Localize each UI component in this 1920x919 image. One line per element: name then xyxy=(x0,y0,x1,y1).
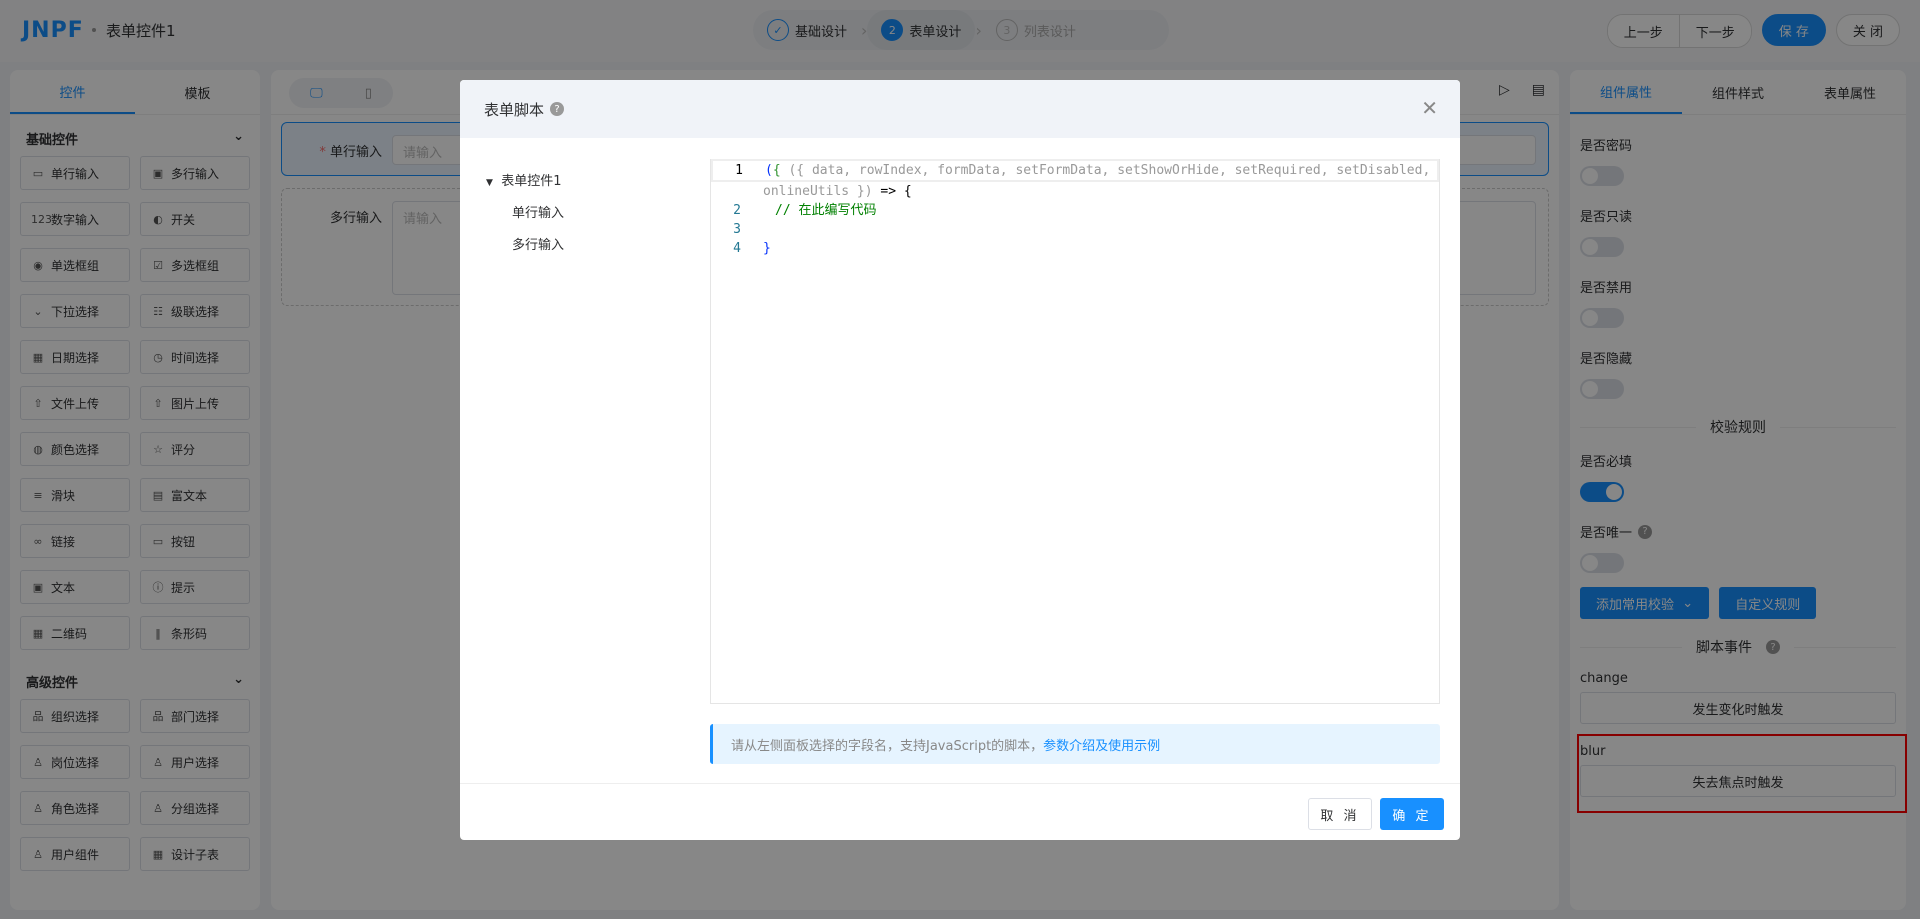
help-icon[interactable]: ? xyxy=(550,102,565,116)
tree-node[interactable]: 多行输入 xyxy=(486,230,564,262)
caret-down-icon[interactable]: ▼ xyxy=(486,178,493,188)
close-icon[interactable]: ✕ xyxy=(1421,96,1438,120)
tree-label: 表单控件1 xyxy=(501,174,562,189)
tree-root[interactable]: ▼ 表单控件1 xyxy=(486,166,564,198)
dialog-title: 表单脚本 xyxy=(484,100,545,119)
code-comment: // 在此编写代码 xyxy=(775,203,877,218)
info-text: 请从左侧面板选择的字段名，支持JavaScript的脚本， xyxy=(731,738,1044,754)
docs-link[interactable]: 参数介绍及使用示例 xyxy=(1043,735,1160,754)
code-line: } xyxy=(763,241,771,256)
code-token: => { xyxy=(872,184,912,199)
code-editor[interactable]: 1({ ({ data, rowIndex, formData, setForm… xyxy=(710,159,1440,704)
code-line: onlineUtils }) xyxy=(763,184,873,199)
tree-node[interactable]: 单行输入 xyxy=(486,198,564,230)
code-line: ({ data, rowIndex, formData, setFormData… xyxy=(788,163,1431,178)
cancel-button[interactable]: 取 消 xyxy=(1308,798,1372,830)
info-alert: 请从左侧面板选择的字段名，支持JavaScript的脚本， 参数介绍及使用示例 xyxy=(710,724,1440,764)
confirm-button[interactable]: 确 定 xyxy=(1380,798,1444,830)
field-tree: ▼ 表单控件1 单行输入 多行输入 xyxy=(486,166,564,262)
form-script-dialog: 表单脚本? ✕ ▼ 表单控件1 单行输入 多行输入 1({ ({ data, r… xyxy=(460,80,1460,840)
